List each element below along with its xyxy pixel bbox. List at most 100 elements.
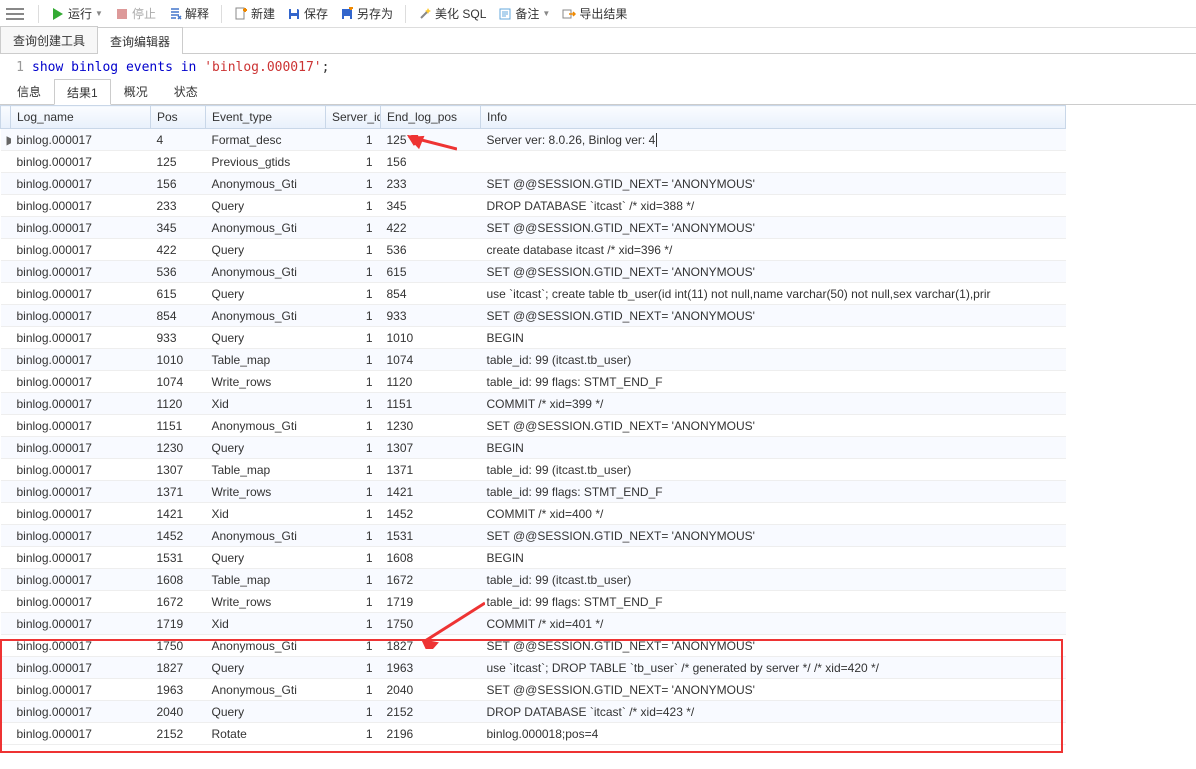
cell-sid[interactable]: 1	[326, 305, 381, 327]
cell-log[interactable]: binlog.000017	[11, 591, 151, 613]
cell-sid[interactable]: 1	[326, 591, 381, 613]
table-row[interactable]: binlog.0000171371Write_rows11421table_id…	[1, 481, 1066, 503]
cell-info[interactable]: use `itcast`; create table tb_user(id in…	[481, 283, 1066, 305]
cell-log[interactable]: binlog.000017	[11, 393, 151, 415]
table-row[interactable]: binlog.0000171230Query11307BEGIN	[1, 437, 1066, 459]
table-row[interactable]: binlog.0000171963Anonymous_Gti12040SET @…	[1, 679, 1066, 701]
table-row[interactable]: binlog.000017933Query11010BEGIN	[1, 327, 1066, 349]
cell-elp[interactable]: 1010	[381, 327, 481, 349]
cell-et[interactable]: Anonymous_Gti	[206, 679, 326, 701]
saveas-button[interactable]: 另存为	[336, 3, 397, 24]
cell-elp[interactable]: 1672	[381, 569, 481, 591]
cell-et[interactable]: Query	[206, 437, 326, 459]
cell-sid[interactable]: 1	[326, 613, 381, 635]
cell-et[interactable]: Rotate	[206, 723, 326, 745]
cell-info[interactable]: SET @@SESSION.GTID_NEXT= 'ANONYMOUS'	[481, 173, 1066, 195]
table-row[interactable]: binlog.000017854Anonymous_Gti1933SET @@S…	[1, 305, 1066, 327]
cell-log[interactable]: binlog.000017	[11, 151, 151, 173]
cell-log[interactable]: binlog.000017	[11, 217, 151, 239]
table-row[interactable]: binlog.0000171719Xid11750COMMIT /* xid=4…	[1, 613, 1066, 635]
cell-et[interactable]: Query	[206, 547, 326, 569]
cell-pos[interactable]: 1963	[151, 679, 206, 701]
cell-elp[interactable]: 1151	[381, 393, 481, 415]
tab-profile[interactable]: 概况	[111, 78, 161, 104]
cell-pos[interactable]: 1719	[151, 613, 206, 635]
cell-info[interactable]: SET @@SESSION.GTID_NEXT= 'ANONYMOUS'	[481, 305, 1066, 327]
cell-log[interactable]: binlog.000017	[11, 283, 151, 305]
cell-pos[interactable]: 4	[151, 129, 206, 151]
cell-info[interactable]: COMMIT /* xid=401 */	[481, 613, 1066, 635]
cell-log[interactable]: binlog.000017	[11, 459, 151, 481]
cell-pos[interactable]: 1672	[151, 591, 206, 613]
cell-et[interactable]: Query	[206, 657, 326, 679]
cell-pos[interactable]: 1827	[151, 657, 206, 679]
cell-et[interactable]: Anonymous_Gti	[206, 217, 326, 239]
cell-sid[interactable]: 1	[326, 437, 381, 459]
table-row[interactable]: binlog.0000171672Write_rows11719table_id…	[1, 591, 1066, 613]
cell-sid[interactable]: 1	[326, 679, 381, 701]
cell-log[interactable]: binlog.000017	[11, 723, 151, 745]
table-row[interactable]: binlog.0000172040Query12152DROP DATABASE…	[1, 701, 1066, 723]
new-button[interactable]: 新建	[230, 3, 279, 24]
cell-info[interactable]: BEGIN	[481, 547, 1066, 569]
result-grid[interactable]: Log_name Pos Event_type Server_id End_lo…	[0, 105, 1066, 745]
table-row[interactable]: binlog.000017345Anonymous_Gti1422SET @@S…	[1, 217, 1066, 239]
cell-pos[interactable]: 615	[151, 283, 206, 305]
cell-info[interactable]: table_id: 99 flags: STMT_END_F	[481, 481, 1066, 503]
cell-et[interactable]: Table_map	[206, 459, 326, 481]
cell-info[interactable]: use `itcast`; DROP TABLE `tb_user` /* ge…	[481, 657, 1066, 679]
cell-sid[interactable]: 1	[326, 129, 381, 151]
cell-log[interactable]: binlog.000017	[11, 503, 151, 525]
cell-pos[interactable]: 1531	[151, 547, 206, 569]
cell-log[interactable]: binlog.000017	[11, 173, 151, 195]
cell-elp[interactable]: 1074	[381, 349, 481, 371]
table-row[interactable]: binlog.0000171151Anonymous_Gti11230SET @…	[1, 415, 1066, 437]
cell-elp[interactable]: 2152	[381, 701, 481, 723]
cell-elp[interactable]: 2040	[381, 679, 481, 701]
table-row[interactable]: binlog.000017615Query1854use `itcast`; c…	[1, 283, 1066, 305]
cell-log[interactable]: binlog.000017	[11, 481, 151, 503]
cell-elp[interactable]: 1719	[381, 591, 481, 613]
beautify-button[interactable]: 美化 SQL	[414, 3, 490, 24]
cell-pos[interactable]: 2152	[151, 723, 206, 745]
cell-pos[interactable]: 1371	[151, 481, 206, 503]
cell-elp[interactable]: 1421	[381, 481, 481, 503]
hamburger-icon[interactable]	[6, 8, 24, 20]
cell-pos[interactable]: 125	[151, 151, 206, 173]
cell-sid[interactable]: 1	[326, 151, 381, 173]
cell-pos[interactable]: 156	[151, 173, 206, 195]
explain-button[interactable]: 解释	[164, 3, 213, 24]
table-row[interactable]: binlog.0000171120Xid11151COMMIT /* xid=3…	[1, 393, 1066, 415]
cell-sid[interactable]: 1	[326, 657, 381, 679]
cell-et[interactable]: Anonymous_Gti	[206, 525, 326, 547]
cell-info[interactable]	[481, 151, 1066, 173]
cell-log[interactable]: binlog.000017	[11, 415, 151, 437]
cell-pos[interactable]: 233	[151, 195, 206, 217]
cell-sid[interactable]: 1	[326, 217, 381, 239]
cell-pos[interactable]: 1074	[151, 371, 206, 393]
cell-et[interactable]: Table_map	[206, 569, 326, 591]
cell-log[interactable]: binlog.000017	[11, 437, 151, 459]
memo-button[interactable]: 备注 ▼	[494, 3, 554, 24]
cell-log[interactable]: binlog.000017	[11, 349, 151, 371]
cell-pos[interactable]: 1307	[151, 459, 206, 481]
cell-pos[interactable]: 1120	[151, 393, 206, 415]
cell-info[interactable]: table_id: 99 (itcast.tb_user)	[481, 459, 1066, 481]
cell-pos[interactable]: 2040	[151, 701, 206, 723]
tab-query-editor[interactable]: 查询编辑器	[97, 27, 183, 54]
cell-pos[interactable]: 1608	[151, 569, 206, 591]
cell-log[interactable]: binlog.000017	[11, 239, 151, 261]
cell-log[interactable]: binlog.000017	[11, 371, 151, 393]
cell-info[interactable]: table_id: 99 flags: STMT_END_F	[481, 591, 1066, 613]
cell-info[interactable]: SET @@SESSION.GTID_NEXT= 'ANONYMOUS'	[481, 415, 1066, 437]
cell-info[interactable]: SET @@SESSION.GTID_NEXT= 'ANONYMOUS'	[481, 217, 1066, 239]
cell-log[interactable]: binlog.000017	[11, 525, 151, 547]
cell-log[interactable]: binlog.000017	[11, 613, 151, 635]
cell-pos[interactable]: 1010	[151, 349, 206, 371]
cell-sid[interactable]: 1	[326, 459, 381, 481]
table-row[interactable]: binlog.000017233Query1345DROP DATABASE `…	[1, 195, 1066, 217]
table-row[interactable]: binlog.0000171608Table_map11672table_id:…	[1, 569, 1066, 591]
cell-info[interactable]: SET @@SESSION.GTID_NEXT= 'ANONYMOUS'	[481, 261, 1066, 283]
cell-sid[interactable]: 1	[326, 503, 381, 525]
cell-info[interactable]: binlog.000018;pos=4	[481, 723, 1066, 745]
